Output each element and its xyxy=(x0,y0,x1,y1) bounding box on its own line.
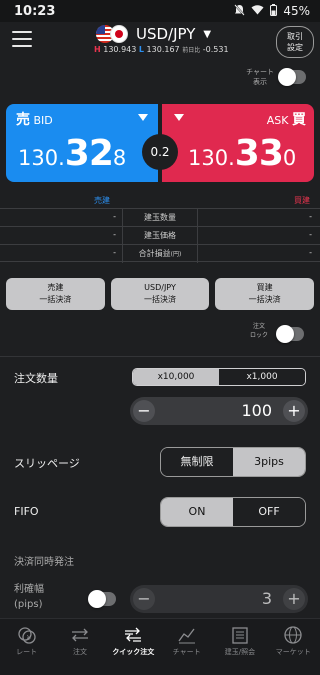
slippage-option-unlimited[interactable]: 無制限 xyxy=(161,448,233,476)
nav-item-positions[interactable]: 建玉/照会 xyxy=(213,619,266,675)
bottom-navigation: ¥ レート 注文 クイック注文 チャート 建玉/照会 マーケット xyxy=(0,618,320,675)
order-lock-toggle[interactable] xyxy=(276,325,304,343)
ask-title: ASK 買 xyxy=(266,112,306,128)
battery-percent: 45% xyxy=(283,4,310,18)
fifo-selector: ON OFF xyxy=(160,497,306,527)
position-table-header: 売建 買建 xyxy=(0,192,320,208)
quantity-value[interactable]: 100 xyxy=(241,401,272,420)
bid-sell-button[interactable]: 売 BID 130.328 xyxy=(6,104,158,182)
currency-flags xyxy=(96,25,132,43)
nav-item-quick-order[interactable]: クイック注文 xyxy=(107,619,160,675)
wifi-icon xyxy=(251,4,264,18)
divider xyxy=(0,356,320,357)
prev-day-label: 前日比 xyxy=(182,47,201,54)
svg-text:¥: ¥ xyxy=(26,634,31,642)
dropdown-caret-icon: ▼ xyxy=(203,28,212,40)
position-summary-table: 売建 買建 - 建玉数量 - - 建玉価格 - - 合計損益(円) - xyxy=(0,192,320,263)
ask-price: 130.330 xyxy=(188,133,297,174)
nav-item-order[interactable]: 注文 xyxy=(53,619,106,675)
order-lock-label: 注文 ロック xyxy=(249,323,268,339)
nav-item-market[interactable]: マーケット xyxy=(267,619,320,675)
fifo-label: FIFO xyxy=(14,505,39,518)
trade-settings-button[interactable]: 取引 設定 xyxy=(276,26,314,58)
quantity-unit-selector: x10,000 x1,000 xyxy=(132,368,306,386)
nav-item-chart[interactable]: チャート xyxy=(160,619,213,675)
sell-position-header: 売建 xyxy=(94,196,110,205)
market-icon xyxy=(267,625,320,647)
prev-day-change: -0.531 xyxy=(202,45,229,54)
order-lock-row: 注文 ロック xyxy=(0,320,320,346)
bid-title: 売 BID xyxy=(16,112,53,128)
unit-option-1000[interactable]: x1,000 xyxy=(219,369,305,385)
take-profit-stepper: − 3 + xyxy=(130,585,308,613)
table-row: - 建玉価格 - xyxy=(0,226,320,245)
sell-bulk-settle-button[interactable]: 売建 一括決済 xyxy=(6,278,105,310)
bulk-settle-buttons: 売建 一括決済 USD/JPY 一括決済 買建 一括決済 xyxy=(6,278,315,312)
ask-buy-button[interactable]: ASK 買 130.330 xyxy=(162,104,314,182)
chart-display-label: チャート 表示 xyxy=(246,68,274,86)
buy-bulk-settle-button[interactable]: 買建 一括決済 xyxy=(215,278,315,310)
take-profit-minus-button[interactable]: − xyxy=(133,588,155,610)
table-row: - 建玉数量 - xyxy=(0,208,320,227)
take-profit-toggle[interactable] xyxy=(88,590,116,608)
position-icon xyxy=(213,625,266,647)
app-header: USD/JPY ▼ H 130.943 L 130.167 前日比 -0.531… xyxy=(0,22,320,64)
fifo-option-off[interactable]: OFF xyxy=(233,498,305,526)
status-icons: 45% xyxy=(234,3,310,19)
quantity-minus-button[interactable]: − xyxy=(133,400,155,422)
low-value: 130.167 xyxy=(146,45,180,54)
order-icon xyxy=(53,625,106,647)
status-bar: 10:23 45% xyxy=(0,0,320,22)
bid-price: 130.328 xyxy=(18,133,127,174)
quantity-stepper: − 100 + xyxy=(130,397,308,425)
spread-badge: 0.2 xyxy=(142,134,178,170)
slippage-selector: 無制限 3pips xyxy=(160,447,306,477)
slippage-option-3pips[interactable]: 3pips xyxy=(233,448,305,476)
unit-option-10000[interactable]: x10,000 xyxy=(133,369,219,385)
currency-pair-selector[interactable]: USD/JPY ▼ xyxy=(96,25,211,43)
mute-icon xyxy=(234,3,246,19)
slippage-label: スリッページ xyxy=(14,457,80,470)
order-quantity-label: 注文数量 xyxy=(14,372,58,385)
battery-icon xyxy=(270,3,278,19)
bid-dropdown-icon[interactable] xyxy=(138,114,148,121)
table-row: - 合計損益(円) - xyxy=(0,244,320,263)
ask-dropdown-icon[interactable] xyxy=(174,114,184,121)
chart-display-toggle[interactable] xyxy=(278,68,306,86)
buy-position-header: 買建 xyxy=(294,196,310,205)
chart-icon xyxy=(160,625,213,647)
status-time: 10:23 xyxy=(14,3,56,19)
nav-item-rate[interactable]: ¥ レート xyxy=(0,619,53,675)
japan-flag-icon xyxy=(110,25,128,43)
take-profit-value[interactable]: 3 xyxy=(262,589,272,608)
take-profit-plus-button[interactable]: + xyxy=(283,588,305,610)
hamburger-menu-icon[interactable] xyxy=(12,31,32,47)
pair-bulk-settle-button[interactable]: USD/JPY 一括決済 xyxy=(110,278,210,310)
quote-panel: 売 BID 130.328 ASK 買 130.330 0.2 xyxy=(6,104,314,182)
take-profit-label: 利確幅 (pips) xyxy=(14,584,44,610)
fifo-option-on[interactable]: ON xyxy=(161,498,233,526)
quantity-plus-button[interactable]: + xyxy=(283,400,305,422)
high-low-summary: H 130.943 L 130.167 前日比 -0.531 xyxy=(94,45,229,54)
rate-icon: ¥ xyxy=(0,625,53,647)
chart-display-row: チャート 表示 xyxy=(0,64,320,98)
pair-name: USD/JPY xyxy=(136,25,196,43)
high-value: 130.943 xyxy=(103,45,137,54)
simultaneous-order-label: 決済同時発注 xyxy=(14,557,74,568)
quick-order-icon xyxy=(107,625,160,647)
